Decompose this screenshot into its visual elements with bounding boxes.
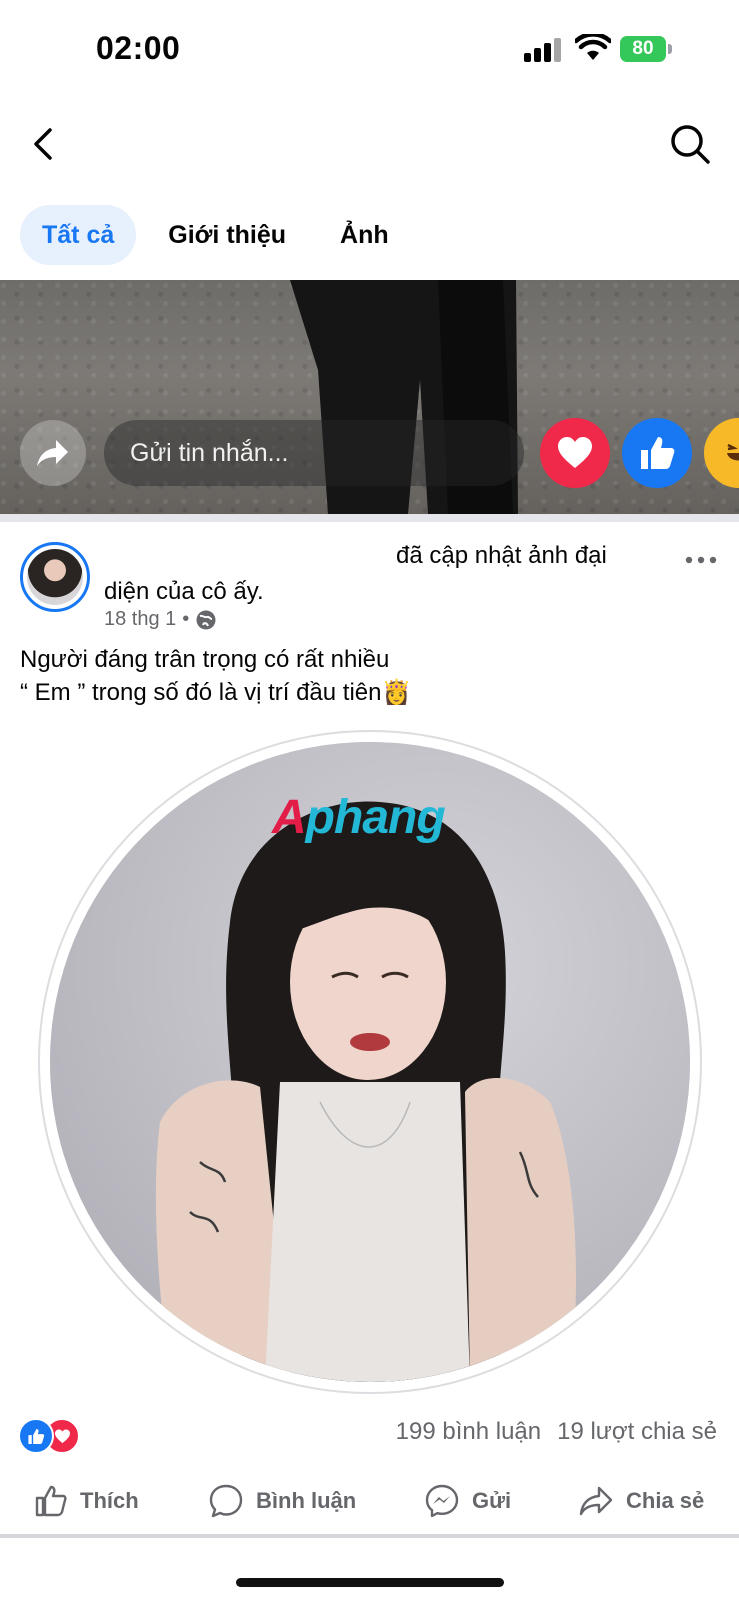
story-message-input[interactable]: Gửi tin nhắn...	[104, 420, 524, 486]
like-reaction-icon	[18, 1418, 54, 1454]
tab-all[interactable]: Tất cả	[20, 205, 137, 265]
caption-line-2: “ Em ” trong số đó là vị trí đầu tiên	[20, 679, 382, 706]
profile-photo[interactable]: Aphang	[38, 730, 702, 1394]
globe-icon	[196, 610, 216, 629]
share-count[interactable]: 19 lượt chia sẻ	[557, 1418, 717, 1446]
share-button[interactable]: Chia sẻ	[578, 1470, 704, 1532]
comment-button[interactable]: Bình luận	[208, 1470, 356, 1532]
wifi-icon	[575, 34, 611, 60]
share-arrow-icon	[37, 440, 68, 466]
comment-icon	[209, 1484, 243, 1518]
tab-about[interactable]: Giới thiệu	[146, 205, 308, 265]
search-icon[interactable]	[668, 122, 712, 166]
caption-line-1: Người đáng trân trọng có rất nhiều	[20, 646, 390, 673]
comment-label: Bình luận	[256, 1488, 357, 1513]
story-preview[interactable]: Gửi tin nhắn...	[0, 280, 739, 514]
reactions-summary[interactable]: 199 bình luận 19 lượt chia sẻ	[0, 1414, 739, 1464]
profile-tabs: Tất cả Giới thiệu Ảnh	[20, 205, 421, 265]
tab-photos[interactable]: Ảnh	[318, 205, 411, 265]
photo-image: Aphang	[50, 742, 690, 1382]
caption-emoji: 👸	[381, 679, 412, 706]
like-label: Thích	[80, 1488, 139, 1513]
comment-count[interactable]: 199 bình luận	[396, 1418, 541, 1446]
like-icon[interactable]	[622, 418, 692, 488]
watermark: Aphang	[272, 791, 446, 844]
messenger-icon	[425, 1484, 459, 1518]
post-action-text: đã cập nhật ảnh đại diện của cô ấy.	[104, 542, 607, 605]
post-action-bar: Thích Bình luận Gửi Chia sẻ	[0, 1470, 739, 1532]
nav-bar	[0, 110, 739, 180]
send-label: Gửi	[472, 1488, 512, 1513]
thumbs-up-icon	[35, 1485, 67, 1517]
status-time: 02:00	[96, 30, 181, 66]
battery-level: 80	[620, 36, 666, 62]
battery-icon: 80	[620, 36, 672, 62]
post-header: đã cập nhật ảnh đại diện của cô ấy. 18 t…	[0, 530, 739, 630]
like-button[interactable]: Thích	[34, 1470, 139, 1532]
post-caption: Người đáng trân trọng có rất nhiều “ Em …	[20, 643, 411, 709]
status-bar: 02:00 80	[0, 0, 739, 100]
engagement-counts: 199 bình luận 19 lượt chia sẻ	[396, 1418, 717, 1446]
home-indicator[interactable]	[236, 1578, 504, 1587]
signal-icon	[524, 38, 564, 62]
post-date[interactable]: 18 thg 1	[104, 608, 176, 631]
post-divider	[0, 1534, 739, 1538]
share-icon	[579, 1486, 613, 1516]
avatar[interactable]	[20, 542, 90, 612]
more-options-icon[interactable]	[684, 550, 718, 570]
share-label: Chia sẻ	[626, 1488, 705, 1513]
section-divider	[0, 514, 739, 522]
chevron-left-icon[interactable]	[24, 124, 64, 164]
send-button[interactable]: Gửi	[424, 1470, 511, 1532]
story-share-button[interactable]	[20, 420, 86, 486]
post-meta: 18 thg 1 •	[104, 608, 217, 631]
love-icon[interactable]	[540, 418, 610, 488]
meta-separator: •	[182, 608, 190, 630]
